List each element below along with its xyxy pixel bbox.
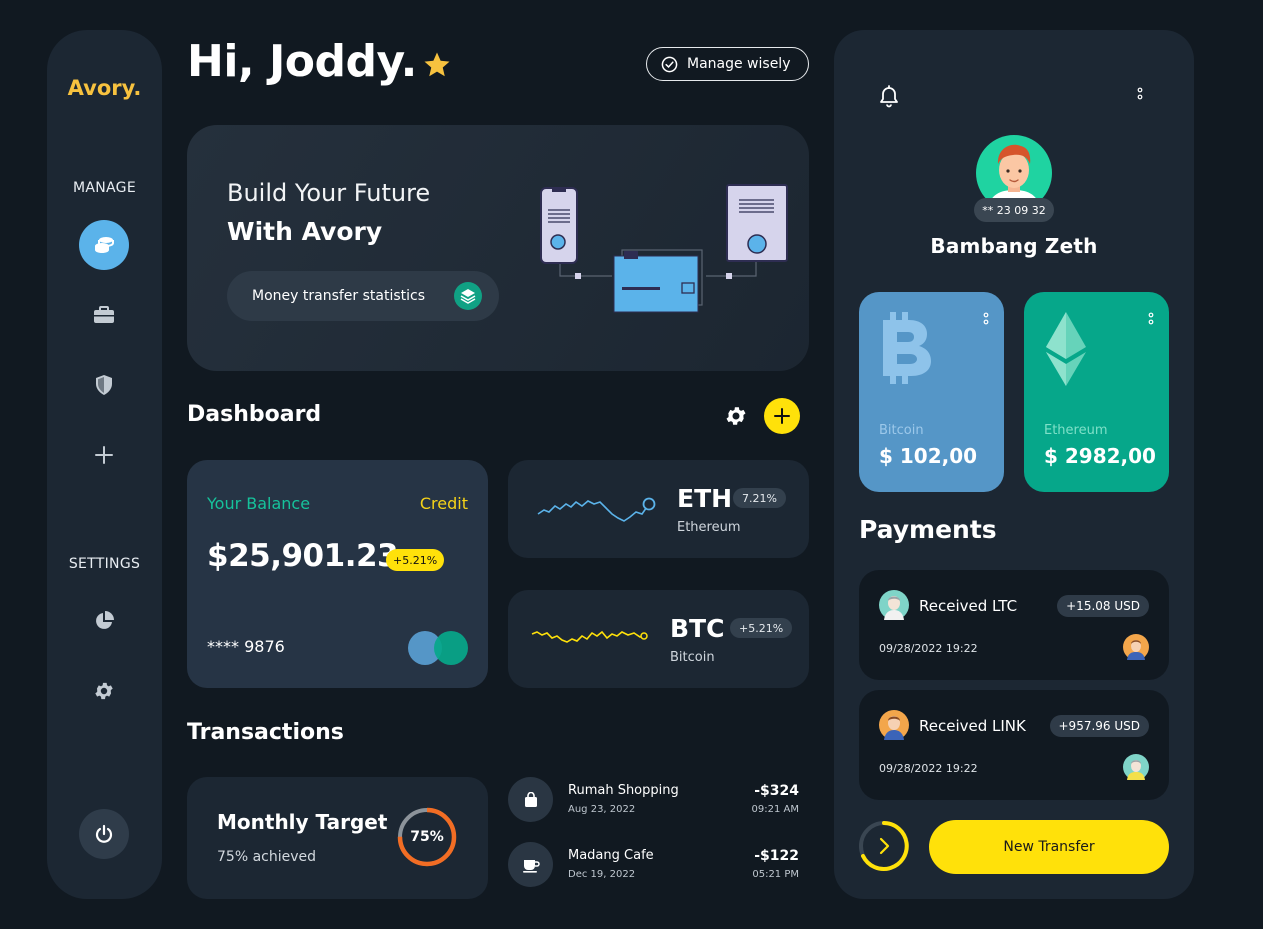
dashboard-settings-gear-icon[interactable] bbox=[724, 404, 748, 428]
account-id-badge: ** 23 09 32 bbox=[974, 198, 1054, 222]
logout-button[interactable] bbox=[79, 809, 129, 859]
plus-icon bbox=[95, 446, 113, 464]
transfer-illustration bbox=[540, 184, 788, 313]
manage-wisely-button[interactable]: Manage wisely bbox=[646, 47, 809, 81]
ethereum-wallet-name: Ethereum bbox=[1044, 423, 1108, 438]
bitcoin-icon bbox=[883, 312, 931, 384]
hero-line-2: With Avory bbox=[227, 217, 383, 246]
balance-change-badge: +5.21% bbox=[386, 549, 445, 571]
money-transfer-stats-label: Money transfer statistics bbox=[252, 288, 426, 304]
eth-symbol: ETH bbox=[677, 484, 733, 513]
sidebar-item-add[interactable] bbox=[79, 430, 129, 480]
monthly-target-card[interactable]: Monthly Target 75% achieved 75% bbox=[187, 777, 488, 899]
ethereum-wallet-value: $ 2982,00 bbox=[1044, 444, 1156, 468]
shopping-bag-icon bbox=[508, 777, 553, 822]
gear-icon bbox=[95, 682, 113, 700]
btc-coin-card[interactable]: BTC +5.21% Bitcoin bbox=[508, 590, 809, 688]
balance-amount: $25,901.23 bbox=[207, 538, 399, 574]
bell-icon[interactable] bbox=[878, 85, 900, 109]
transaction-name: Rumah Shopping bbox=[568, 783, 679, 798]
sidebar: Avory. MANAGE SETTINGS bbox=[47, 30, 162, 899]
hero-banner: Build Your Future With Avory Money trans… bbox=[187, 125, 809, 371]
app-logo: Avory. bbox=[67, 76, 142, 100]
payment-item[interactable]: Received LINK +957.96 USD 09/28/2022 19:… bbox=[859, 690, 1169, 800]
sidebar-item-settings[interactable] bbox=[79, 666, 129, 716]
coins-icon bbox=[95, 237, 114, 253]
new-transfer-button[interactable]: New Transfer bbox=[929, 820, 1169, 874]
monthly-target-subtitle: 75% achieved bbox=[217, 849, 317, 865]
btc-symbol: BTC bbox=[670, 614, 725, 643]
transaction-time: 09:21 AM bbox=[751, 804, 799, 815]
btc-change-badge: +5.21% bbox=[730, 618, 793, 638]
add-dashboard-item-button[interactable] bbox=[764, 398, 800, 434]
btc-name: Bitcoin bbox=[670, 650, 715, 665]
ethereum-icon bbox=[1046, 312, 1086, 386]
star-icon bbox=[424, 52, 450, 77]
transaction-amount: -$324 bbox=[754, 783, 799, 799]
recipient-avatar bbox=[1123, 754, 1149, 780]
sidebar-item-wallet[interactable] bbox=[79, 220, 129, 270]
transaction-name: Madang Cafe bbox=[568, 848, 654, 863]
transaction-date: Dec 19, 2022 bbox=[568, 869, 636, 880]
transactions-title: Transactions bbox=[187, 720, 344, 745]
layers-icon bbox=[454, 282, 482, 310]
transaction-row[interactable]: Rumah Shopping Aug 23, 2022 -$324 09:21 … bbox=[508, 777, 809, 827]
manage-wisely-label: Manage wisely bbox=[687, 56, 791, 72]
btc-sparkline bbox=[531, 630, 648, 643]
balance-card[interactable]: Your Balance Credit $25,901.23 +5.21% **… bbox=[187, 460, 488, 688]
sidebar-item-portfolio[interactable] bbox=[79, 290, 129, 340]
sender-avatar bbox=[879, 710, 909, 740]
payment-label: Received LINK bbox=[919, 717, 1026, 735]
bitcoin-wallet-name: Bitcoin bbox=[879, 423, 924, 438]
power-icon bbox=[95, 824, 113, 843]
more-options-icon[interactable] bbox=[1136, 87, 1144, 103]
eth-change-badge: 7.21% bbox=[733, 488, 786, 508]
shield-icon bbox=[96, 375, 112, 395]
payments-title: Payments bbox=[859, 515, 997, 544]
eth-sparkline bbox=[537, 497, 656, 522]
ethereum-card-more-icon[interactable] bbox=[1147, 312, 1155, 328]
payment-label: Received LTC bbox=[919, 597, 1018, 615]
transaction-amount: -$122 bbox=[754, 848, 799, 864]
transaction-date: Aug 23, 2022 bbox=[568, 804, 636, 815]
check-circle-icon bbox=[661, 56, 678, 72]
payment-date: 09/28/2022 19:22 bbox=[879, 762, 978, 775]
balance-label: Your Balance bbox=[207, 494, 311, 513]
coffee-cup-icon bbox=[508, 842, 553, 887]
monthly-target-percent: 75% bbox=[410, 829, 444, 845]
eth-name: Ethereum bbox=[677, 520, 741, 535]
greeting-title: Hi, Joddy. bbox=[187, 36, 417, 87]
payment-amount: +957.96 USD bbox=[1049, 715, 1149, 737]
chevron-right-icon bbox=[879, 837, 890, 855]
plus-icon bbox=[774, 408, 790, 424]
balance-type: Credit bbox=[419, 494, 468, 513]
payment-amount: +15.08 USD bbox=[1057, 595, 1149, 617]
sender-avatar bbox=[879, 590, 909, 620]
recipient-avatar bbox=[1123, 634, 1149, 660]
ethereum-wallet-card[interactable]: Ethereum $ 2982,00 bbox=[1024, 292, 1169, 492]
transaction-time: 05:21 PM bbox=[752, 869, 799, 880]
pie-chart-icon bbox=[96, 611, 114, 629]
payment-item[interactable]: Received LTC +15.08 USD 09/28/2022 19:22 bbox=[859, 570, 1169, 680]
bitcoin-card-more-icon[interactable] bbox=[982, 312, 990, 328]
dashboard-title: Dashboard bbox=[187, 402, 322, 427]
hero-line-1: Build Your Future bbox=[227, 179, 431, 207]
monthly-target-title: Monthly Target bbox=[217, 810, 388, 834]
bitcoin-wallet-value: $ 102,00 bbox=[879, 444, 978, 468]
payment-date: 09/28/2022 19:22 bbox=[879, 642, 978, 655]
sidebar-item-analytics[interactable] bbox=[79, 596, 129, 646]
user-name: Bambang Zeth bbox=[930, 234, 1098, 258]
profile-panel: ** 23 09 32 Bambang Zeth Bitcoin $ 102,0… bbox=[834, 30, 1194, 899]
card-brand-logo bbox=[408, 631, 468, 665]
bitcoin-wallet-card[interactable]: Bitcoin $ 102,00 bbox=[859, 292, 1004, 492]
sidebar-item-security[interactable] bbox=[79, 360, 129, 410]
next-arrow-button[interactable] bbox=[858, 820, 910, 872]
briefcase-icon bbox=[94, 306, 114, 323]
card-number: **** 9876 bbox=[207, 637, 285, 656]
transaction-row[interactable]: Madang Cafe Dec 19, 2022 -$122 05:21 PM bbox=[508, 842, 809, 892]
money-transfer-stats-button[interactable]: Money transfer statistics bbox=[227, 271, 499, 321]
manage-section-label: MANAGE bbox=[73, 180, 136, 196]
eth-coin-card[interactable]: ETH 7.21% Ethereum bbox=[508, 460, 809, 558]
settings-section-label: SETTINGS bbox=[68, 556, 141, 572]
